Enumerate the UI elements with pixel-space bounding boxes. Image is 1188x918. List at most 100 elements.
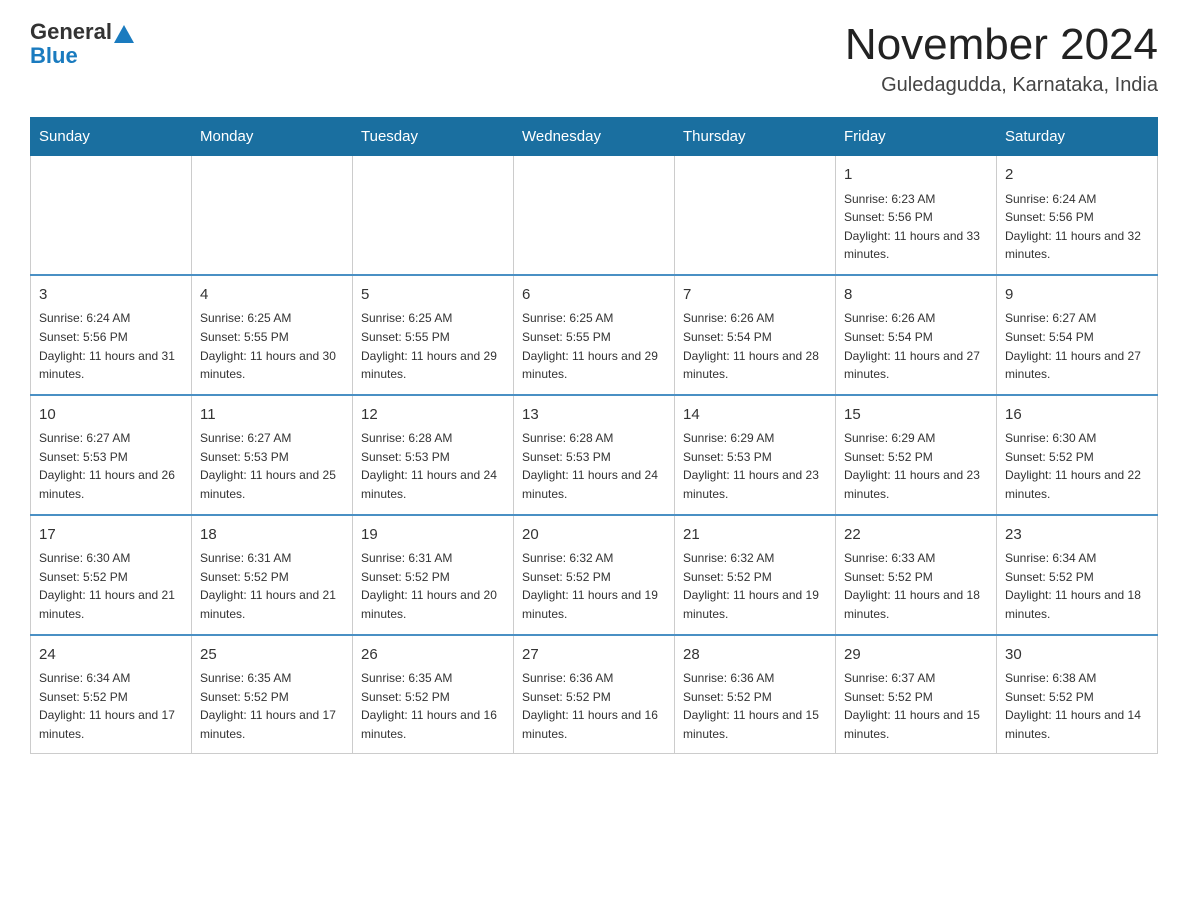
day-info: Sunrise: 6:35 AMSunset: 5:52 PMDaylight:… [200,669,344,743]
day-info: Sunrise: 6:27 AMSunset: 5:53 PMDaylight:… [39,429,183,503]
day-info: Sunrise: 6:26 AMSunset: 5:54 PMDaylight:… [844,309,988,383]
calendar-cell: 9Sunrise: 6:27 AMSunset: 5:54 PMDaylight… [997,275,1158,395]
day-number: 4 [200,284,344,307]
calendar-cell: 6Sunrise: 6:25 AMSunset: 5:55 PMDaylight… [514,275,675,395]
day-number: 19 [361,524,505,547]
logo-triangle-icon [114,25,134,43]
calendar-cell: 21Sunrise: 6:32 AMSunset: 5:52 PMDayligh… [675,515,836,635]
day-number: 23 [1005,524,1149,547]
day-number: 13 [522,404,666,427]
logo: General Blue [30,20,134,68]
calendar-cell: 29Sunrise: 6:37 AMSunset: 5:52 PMDayligh… [836,635,997,754]
day-header-sunday: Sunday [31,118,192,156]
calendar-cell: 23Sunrise: 6:34 AMSunset: 5:52 PMDayligh… [997,515,1158,635]
day-info: Sunrise: 6:23 AMSunset: 5:56 PMDaylight:… [844,190,988,264]
day-number: 28 [683,644,827,667]
day-info: Sunrise: 6:31 AMSunset: 5:52 PMDaylight:… [361,549,505,623]
day-number: 27 [522,644,666,667]
day-header-thursday: Thursday [675,118,836,156]
day-info: Sunrise: 6:25 AMSunset: 5:55 PMDaylight:… [361,309,505,383]
day-info: Sunrise: 6:33 AMSunset: 5:52 PMDaylight:… [844,549,988,623]
day-header-tuesday: Tuesday [353,118,514,156]
day-number: 9 [1005,284,1149,307]
week-row-2: 3Sunrise: 6:24 AMSunset: 5:56 PMDaylight… [31,275,1158,395]
calendar-cell: 28Sunrise: 6:36 AMSunset: 5:52 PMDayligh… [675,635,836,754]
calendar-cell: 25Sunrise: 6:35 AMSunset: 5:52 PMDayligh… [192,635,353,754]
calendar-table: SundayMondayTuesdayWednesdayThursdayFrid… [30,117,1158,754]
day-number: 24 [39,644,183,667]
day-number: 15 [844,404,988,427]
calendar-cell: 18Sunrise: 6:31 AMSunset: 5:52 PMDayligh… [192,515,353,635]
day-info: Sunrise: 6:28 AMSunset: 5:53 PMDaylight:… [522,429,666,503]
day-info: Sunrise: 6:24 AMSunset: 5:56 PMDaylight:… [39,309,183,383]
day-number: 26 [361,644,505,667]
day-number: 6 [522,284,666,307]
calendar-cell: 16Sunrise: 6:30 AMSunset: 5:52 PMDayligh… [997,395,1158,515]
calendar-cell: 3Sunrise: 6:24 AMSunset: 5:56 PMDaylight… [31,275,192,395]
calendar-cell [514,156,675,275]
day-info: Sunrise: 6:32 AMSunset: 5:52 PMDaylight:… [683,549,827,623]
calendar-cell [31,156,192,275]
day-header-saturday: Saturday [997,118,1158,156]
day-number: 30 [1005,644,1149,667]
day-header-friday: Friday [836,118,997,156]
day-number: 5 [361,284,505,307]
calendar-cell [192,156,353,275]
calendar-cell: 30Sunrise: 6:38 AMSunset: 5:52 PMDayligh… [997,635,1158,754]
day-info: Sunrise: 6:36 AMSunset: 5:52 PMDaylight:… [522,669,666,743]
header-row: SundayMondayTuesdayWednesdayThursdayFrid… [31,118,1158,156]
day-info: Sunrise: 6:28 AMSunset: 5:53 PMDaylight:… [361,429,505,503]
title-area: November 2024 Guledagudda, Karnataka, In… [845,20,1158,97]
day-info: Sunrise: 6:29 AMSunset: 5:52 PMDaylight:… [844,429,988,503]
week-row-1: 1 Sunrise: 6:23 AMSunset: 5:56 PMDaylight… [31,156,1158,275]
calendar-cell: 22Sunrise: 6:33 AMSunset: 5:52 PMDayligh… [836,515,997,635]
day-info: Sunrise: 6:27 AMSunset: 5:54 PMDaylight:… [1005,309,1149,383]
calendar-cell: 14Sunrise: 6:29 AMSunset: 5:53 PMDayligh… [675,395,836,515]
day-number: 12 [361,404,505,427]
day-header-monday: Monday [192,118,353,156]
location-title: Guledagudda, Karnataka, India [845,74,1158,97]
day-info: Sunrise: 6:25 AMSunset: 5:55 PMDaylight:… [200,309,344,383]
day-info: Sunrise: 6:38 AMSunset: 5:52 PMDaylight:… [1005,669,1149,743]
calendar-cell: 8Sunrise: 6:26 AMSunset: 5:54 PMDaylight… [836,275,997,395]
calendar-cell: 5Sunrise: 6:25 AMSunset: 5:55 PMDaylight… [353,275,514,395]
calendar-cell [675,156,836,275]
day-number: 3 [39,284,183,307]
logo-blue-text: Blue [30,43,78,68]
day-info: Sunrise: 6:26 AMSunset: 5:54 PMDaylight:… [683,309,827,383]
day-number: 11 [200,404,344,427]
day-info: Sunrise: 6:34 AMSunset: 5:52 PMDaylight:… [1005,549,1149,623]
calendar-cell: 11Sunrise: 6:27 AMSunset: 5:53 PMDayligh… [192,395,353,515]
calendar-cell [353,156,514,275]
day-info: Sunrise: 6:32 AMSunset: 5:52 PMDaylight:… [522,549,666,623]
day-number: 25 [200,644,344,667]
day-info: Sunrise: 6:24 AMSunset: 5:56 PMDaylight:… [1005,190,1149,264]
day-info: Sunrise: 6:25 AMSunset: 5:55 PMDaylight:… [522,309,666,383]
week-row-4: 17Sunrise: 6:30 AMSunset: 5:52 PMDayligh… [31,515,1158,635]
day-number: 16 [1005,404,1149,427]
calendar-cell: 26Sunrise: 6:35 AMSunset: 5:52 PMDayligh… [353,635,514,754]
calendar-cell: 4Sunrise: 6:25 AMSunset: 5:55 PMDaylight… [192,275,353,395]
day-number: 7 [683,284,827,307]
day-number: 8 [844,284,988,307]
day-info: Sunrise: 6:31 AMSunset: 5:52 PMDaylight:… [200,549,344,623]
day-info: Sunrise: 6:36 AMSunset: 5:52 PMDaylight:… [683,669,827,743]
calendar-cell: 10Sunrise: 6:27 AMSunset: 5:53 PMDayligh… [31,395,192,515]
day-number: 2 [1005,164,1149,187]
day-info: Sunrise: 6:35 AMSunset: 5:52 PMDaylight:… [361,669,505,743]
calendar-cell: 20Sunrise: 6:32 AMSunset: 5:52 PMDayligh… [514,515,675,635]
week-row-5: 24Sunrise: 6:34 AMSunset: 5:52 PMDayligh… [31,635,1158,754]
day-number: 1 [844,164,988,187]
day-number: 17 [39,524,183,547]
day-info: Sunrise: 6:29 AMSunset: 5:53 PMDaylight:… [683,429,827,503]
week-row-3: 10Sunrise: 6:27 AMSunset: 5:53 PMDayligh… [31,395,1158,515]
header: General Blue November 2024 Guledagudda, … [30,20,1158,97]
day-number: 20 [522,524,666,547]
day-number: 29 [844,644,988,667]
day-number: 10 [39,404,183,427]
calendar-cell: 24Sunrise: 6:34 AMSunset: 5:52 PMDayligh… [31,635,192,754]
calendar-cell: 13Sunrise: 6:28 AMSunset: 5:53 PMDayligh… [514,395,675,515]
month-title: November 2024 [845,20,1158,70]
day-number: 21 [683,524,827,547]
day-info: Sunrise: 6:37 AMSunset: 5:52 PMDaylight:… [844,669,988,743]
